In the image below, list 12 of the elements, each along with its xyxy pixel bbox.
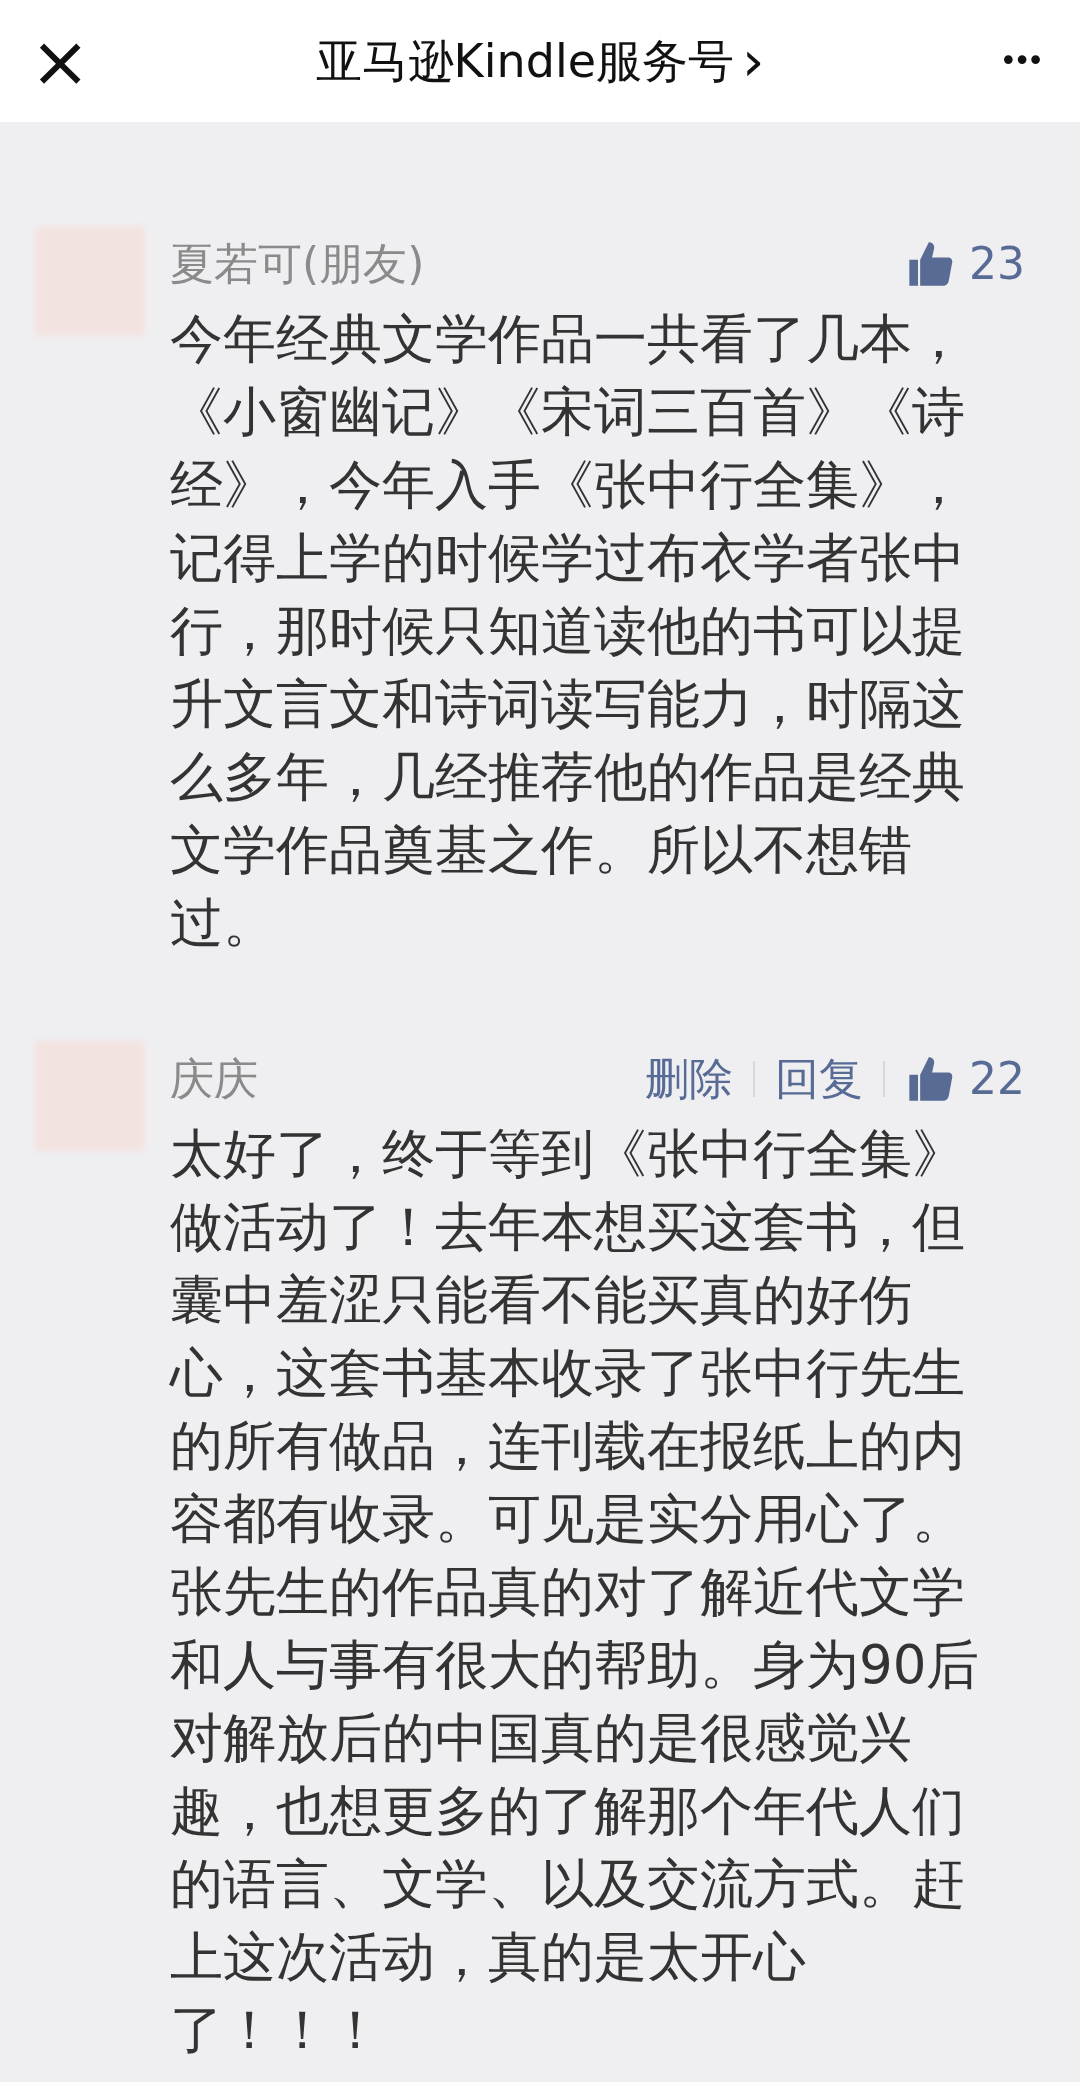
comment-text: 今年经典文学作品一共看了几本，《小窗幽记》《宋词三百首》《诗经》，今年入手《张中行全集》，记得上学的时候学过布衣学者张中行，那时候只知道读他的书可以提升文言文和诗词读写能力，时隔这么多年，几经推荐他的作品是经典文学作品奠基之作。所以不想错过。 [170, 307, 966, 955]
comment-text: 太好了，终于等到《张中行全集》做活动了！去年本想买这套书，但囊中羞涩只能看不能买真的好伤心，这套书基本收录了张中行先生的所有做品，连刊载在报纸上的内容都有收录。可见是实分用心了。张先生的作品真的对了解近代文学和人与事有很大的帮助。身为90后对解放后的中国真的是很感觉兴趣，也想更多的了解那个年代人们的语言、文学、以及交流方式。赶上这次活动，真的是太开心了！！！ [170, 1122, 981, 2062]
more-button[interactable]: ••• [990, 46, 1050, 76]
commenter-name: 夏若可(朋友) [170, 237, 425, 291]
window-title: 亚马逊Kindle服务号 [315, 32, 734, 90]
close-button[interactable]: × [30, 25, 90, 97]
chevron-button[interactable]: › [742, 33, 765, 89]
comment-action-link[interactable]: 删除 [645, 1046, 733, 1112]
like-count: 23 [969, 237, 1025, 291]
like-count: 22 [969, 1052, 1025, 1106]
commenter-name: 庆庆 [170, 1052, 258, 1106]
comment-action-link[interactable]: 回复 [775, 1046, 863, 1112]
